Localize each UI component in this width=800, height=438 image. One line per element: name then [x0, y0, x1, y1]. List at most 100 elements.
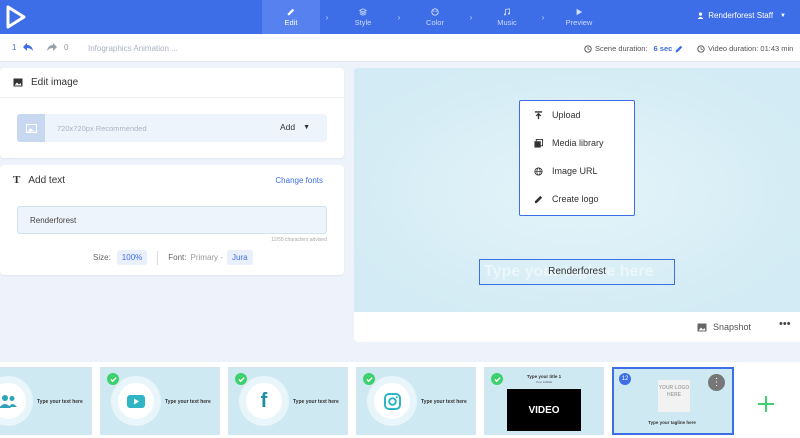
editor-steps: Edit › Style › Color › Music › Preview	[262, 0, 608, 34]
preview-canvas[interactable]: Upload Media library Image URL Create lo…	[354, 68, 800, 312]
step-label: Edit	[284, 17, 298, 27]
text-options: Size: 100% Font: Primary - Jura	[93, 250, 253, 265]
more-options-icon[interactable]: •••	[779, 318, 791, 330]
size-label: Size:	[93, 253, 111, 262]
chevron-down-icon: ▼	[780, 12, 786, 19]
scene-thumbnail[interactable]: f Type your text here	[228, 367, 348, 435]
facebook-icon: f	[246, 383, 282, 419]
scene-caption: Type your text here	[421, 399, 467, 405]
video-duration-text: Video duration: 01:43 min	[708, 44, 794, 53]
play-icon	[576, 8, 583, 15]
menu-item-create-logo[interactable]: Create logo	[520, 185, 634, 213]
step-label: Music	[497, 17, 517, 27]
step-color[interactable]: Color	[406, 0, 464, 34]
image-upload-field[interactable]: 720x720px Recommended Add ▼	[17, 114, 327, 142]
menu-item-label: Media library	[552, 138, 604, 148]
menu-item-label: Image URL	[552, 166, 598, 176]
font-label: Font:	[168, 253, 187, 262]
size-select[interactable]: 100%	[116, 250, 148, 265]
palette-icon	[431, 7, 439, 16]
step-label: Style	[354, 17, 372, 27]
snapshot-button[interactable]: Snapshot	[697, 322, 751, 332]
menu-item-media-library[interactable]: Media library	[520, 129, 634, 157]
pencil-icon	[534, 195, 543, 203]
undo-button[interactable]: 1	[12, 42, 34, 52]
scene-circle	[0, 376, 33, 426]
video-placeholder: VIDEO	[507, 389, 581, 431]
scene-caption: Type your text here	[293, 399, 339, 405]
scene-title: Type your title 1	[526, 374, 562, 379]
user-menu[interactable]: Renderforest Staff ▼	[697, 11, 786, 20]
top-nav-bar: Edit › Style › Color › Music › Preview R…	[0, 0, 800, 34]
character-counter: 12/55 characters advised	[271, 237, 327, 243]
scene-circle	[111, 376, 161, 426]
edit-image-panel: Edit image 720x720px Recommended Add ▼	[0, 68, 344, 158]
scene-thumbnail[interactable]: Type your text here	[0, 367, 92, 435]
snapshot-label: Snapshot	[713, 322, 752, 332]
add-scene-button[interactable]	[748, 386, 784, 422]
scene-tagline: Type your tagline here	[648, 420, 696, 425]
renderforest-logo-icon[interactable]	[4, 4, 28, 30]
instagram-icon	[374, 383, 410, 419]
globe-icon	[534, 166, 543, 176]
pencil-icon	[287, 8, 295, 15]
caret-down-icon: ▼	[303, 123, 311, 131]
upload-icon	[534, 110, 543, 119]
scene-thumbnail[interactable]: Type your text here	[100, 367, 220, 435]
redo-button[interactable]: 0	[46, 42, 68, 52]
scene-caption: Type your text here	[165, 399, 211, 405]
font-primary-label: Primary -	[190, 253, 223, 262]
plus-icon	[758, 396, 774, 412]
preview-footer: Snapshot •••	[354, 312, 800, 342]
undo-count: 1	[12, 42, 17, 52]
step-preview[interactable]: Preview	[550, 0, 608, 34]
editor-toolbar: 1 0 Infographics Animation ... Scene dur…	[0, 34, 800, 62]
user-name: Renderforest Staff	[708, 11, 774, 20]
image-size-hint: 720x720px Recommended	[57, 124, 147, 133]
music-note-icon	[503, 7, 511, 15]
panel-header: Edit image	[0, 68, 344, 98]
step-style[interactable]: Style	[334, 0, 392, 34]
font-select[interactable]: Jura	[226, 250, 253, 265]
redo-count: 0	[64, 42, 69, 52]
project-title[interactable]: Infographics Animation ...	[88, 44, 178, 53]
scene-subtitle: Your subtitle	[535, 380, 553, 384]
add-label: Add	[280, 122, 296, 132]
video-duration: Video duration: 01:43 min	[697, 44, 793, 53]
tagline-text-box[interactable]: Type your tagline here Renderforest	[479, 259, 675, 285]
panel-title: Edit image	[31, 77, 79, 88]
redo-icon	[47, 43, 57, 51]
menu-item-image-url[interactable]: Image URL	[520, 157, 634, 185]
tagline-text: Renderforest	[548, 266, 606, 277]
clock-icon	[584, 44, 592, 53]
scene-thumbnail[interactable]: Type your title 1 Your subtitle VIDEO	[484, 367, 604, 435]
divider	[157, 250, 159, 265]
step-label: Preview	[565, 17, 593, 27]
chevron-right-icon: ›	[469, 12, 473, 22]
undo-icon	[23, 43, 34, 51]
chevron-right-icon: ›	[325, 12, 329, 22]
scene-timeline: Type your text here Type your text here …	[0, 362, 800, 438]
step-music[interactable]: Music	[478, 0, 536, 34]
menu-item-label: Upload	[552, 110, 581, 120]
menu-item-upload[interactable]: Upload	[520, 101, 634, 129]
scene-thumbnail[interactable]: Type your text here	[356, 367, 476, 435]
pencil-icon[interactable]	[675, 45, 683, 53]
change-fonts-link[interactable]: Change fonts	[275, 176, 323, 185]
step-edit[interactable]: Edit	[262, 0, 320, 34]
add-image-button[interactable]: Add ▼	[280, 122, 310, 132]
media-library-icon	[534, 138, 543, 148]
scene-caption: Type your text here	[37, 399, 83, 405]
scene-thumbnail-selected[interactable]: 12 YOUR LOGO HERE Type your tagline here…	[612, 367, 734, 435]
chevron-right-icon: ›	[541, 12, 545, 22]
step-label: Color	[426, 17, 444, 27]
image-icon	[697, 323, 707, 331]
scene-number-badge: 12	[619, 373, 631, 385]
scene-options-icon[interactable]: ⋮	[708, 374, 725, 391]
tagline-text-input[interactable]: Renderforest	[17, 206, 327, 234]
scene-duration-value[interactable]: 6 sec	[654, 44, 673, 53]
menu-item-label: Create logo	[552, 194, 599, 204]
add-text-panel: T Add text Change fonts Renderforest 12/…	[0, 165, 344, 275]
image-placeholder-icon	[25, 123, 37, 133]
chevron-right-icon: ›	[397, 12, 401, 22]
